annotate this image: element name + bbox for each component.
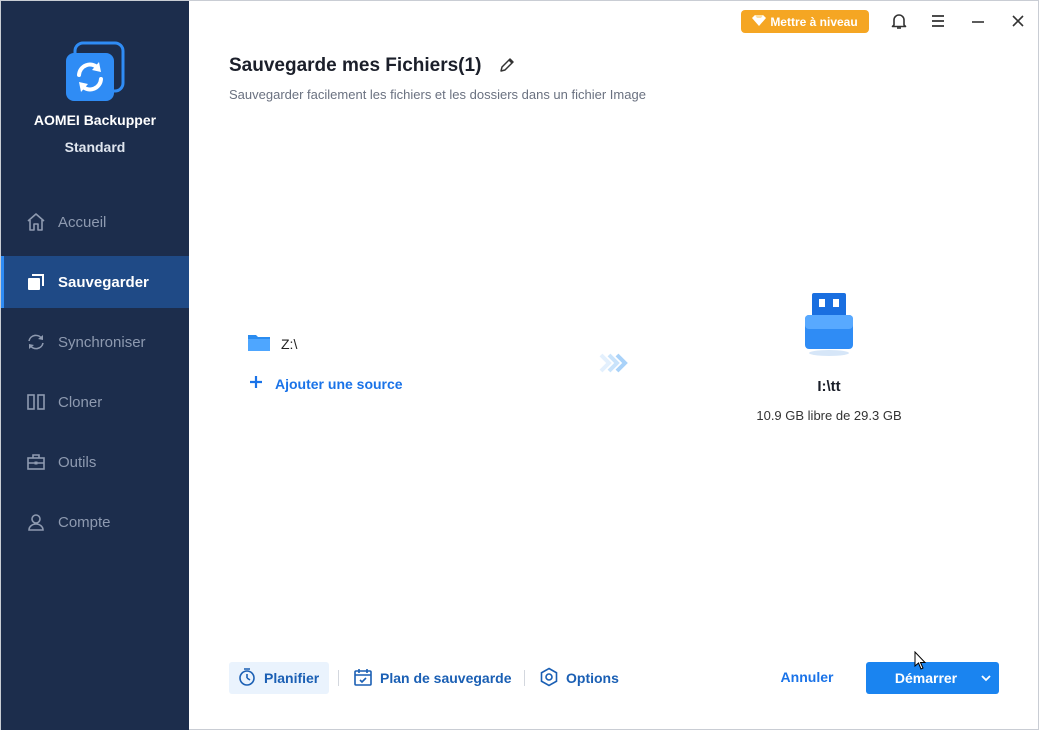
plus-icon [249,375,263,392]
upgrade-button[interactable]: Mettre à niveau [741,10,869,33]
diamond-icon [752,14,767,29]
cancel-button[interactable]: Annuler [768,669,846,685]
sync-icon [24,330,48,354]
calendar-icon [353,667,373,690]
add-source-button[interactable]: Ajouter une source [249,375,403,392]
backup-icon [24,270,48,294]
app-logo-icon [63,41,125,103]
source-path: Z:\ [281,335,298,352]
start-button[interactable]: Démarrer [866,662,999,694]
sidebar-item-outils[interactable]: Outils [1,436,189,488]
divider [524,670,525,686]
options-label: Options [566,670,619,686]
settings-icon [539,667,559,690]
direction-arrows-icon [599,353,631,373]
sidebar-item-label: Compte [58,513,111,531]
destination-free-space: 10.9 GB libre de 29.3 GB [756,408,902,423]
sidebar-item-compte[interactable]: Compte [1,496,189,548]
app-edition: Standard [64,139,126,155]
upgrade-label: Mettre à niveau [770,14,858,29]
sidebar-item-label: Sauvegarder [58,273,149,291]
chevron-down-icon[interactable] [972,674,999,682]
sidebar-item-label: Accueil [58,213,107,231]
sidebar-item-label: Synchroniser [58,333,146,351]
menu-icon[interactable] [928,11,948,31]
user-icon [24,510,48,534]
usb-drive-icon[interactable] [804,291,854,357]
timer-icon [237,667,257,690]
folder-icon [247,332,271,355]
app-name: AOMEI Backupper [33,112,157,128]
schedule-button[interactable]: Planifier [229,662,329,694]
sidebar-item-sauvegarder[interactable]: Sauvegarder [1,256,189,308]
sidebar-item-cloner[interactable]: Cloner [1,376,189,428]
page-subtitle: Sauvegarder facilement les fichiers et l… [229,87,646,102]
backup-plan-button[interactable]: Plan de sauvegarde [353,662,512,694]
sidebar-item-synchroniser[interactable]: Synchroniser [1,316,189,368]
sidebar: AOMEI Backupper Standard Accueil Sauvega… [1,1,189,730]
page-title: Sauvegarde mes Fichiers(1) [229,55,482,76]
sidebar-item-label: Outils [58,453,97,471]
mouse-cursor-icon [914,650,928,671]
bell-icon[interactable] [889,11,909,31]
add-source-label: Ajouter une source [275,375,403,392]
start-label: Démarrer [894,670,958,686]
edit-icon[interactable] [498,56,516,74]
app-window: AOMEI Backupper Standard Accueil Sauvega… [0,0,1039,730]
clone-icon [24,390,48,414]
options-button[interactable]: Options [539,662,619,694]
toolbox-icon [24,450,48,474]
divider [338,670,339,686]
source-item[interactable]: Z:\ [247,332,297,355]
schedule-label: Planifier [264,670,320,686]
minimize-icon[interactable] [968,11,988,31]
close-icon[interactable] [1008,11,1028,31]
sidebar-item-accueil[interactable]: Accueil [1,196,189,248]
home-icon [24,210,48,234]
destination-name: I:\tt [817,378,841,395]
backup-plan-label: Plan de sauvegarde [380,670,512,686]
sidebar-item-label: Cloner [58,393,103,411]
